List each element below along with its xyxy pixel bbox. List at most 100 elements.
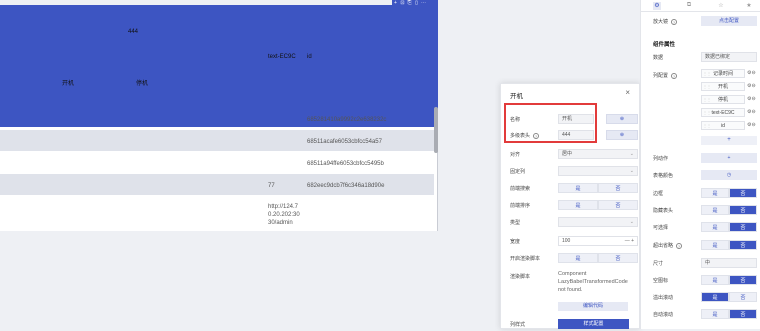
copy-icon[interactable]: ⎘: [406, 0, 413, 6]
render-row: 开启渲染脚本 是否: [510, 253, 638, 265]
scroll-toggle[interactable]: 是否: [701, 292, 757, 302]
help-icon: ?: [671, 72, 678, 79]
drag-handle-icon[interactable]: ⋮⋮: [703, 83, 711, 91]
column-item[interactable]: ⋮⋮ 记录时间: [701, 69, 745, 78]
yes-option[interactable]: 是: [701, 222, 729, 232]
column-item[interactable]: ⋮⋮ 开机: [701, 82, 745, 91]
align-select[interactable]: 居中 ⌄: [558, 149, 638, 159]
header-id[interactable]: id: [307, 54, 312, 60]
type-label: 类型: [510, 220, 521, 226]
select-icon[interactable]: ⊡: [399, 0, 406, 6]
cols-label: 列配置?: [653, 72, 678, 79]
column-item[interactable]: ⋮⋮ id: [701, 121, 745, 130]
selectable-toggle[interactable]: 是否: [701, 222, 757, 232]
hide-header-toggle[interactable]: 是否: [701, 205, 757, 215]
chevron-down-icon: ⌄: [629, 168, 634, 174]
empty-toggle[interactable]: 是否: [701, 275, 757, 285]
edit-code-button[interactable]: 编辑代码: [558, 302, 628, 311]
close-icon[interactable]: ×: [625, 88, 630, 97]
ellipsis-toggle[interactable]: 是否: [701, 240, 757, 250]
zoom-config-button[interactable]: 点击配置: [701, 16, 757, 26]
yes-option[interactable]: 是: [701, 188, 729, 198]
no-option[interactable]: 否: [729, 240, 757, 250]
data-select[interactable]: 数据已绑定: [701, 52, 757, 62]
type-select[interactable]: ⌄: [558, 217, 638, 227]
border-toggle[interactable]: 是否: [701, 188, 757, 198]
section-title: 组件属性: [653, 42, 676, 48]
settings-icon[interactable]: ⚙: [653, 2, 661, 10]
ellipsis-row: 超出省略? 是否: [653, 240, 759, 251]
no-option[interactable]: 否: [729, 275, 757, 285]
no-option[interactable]: 否: [598, 200, 638, 210]
yes-option[interactable]: 是: [558, 183, 598, 193]
no-option[interactable]: 否: [729, 222, 757, 232]
yes-option[interactable]: 是: [701, 292, 729, 302]
scroll-row: 溢出滚动 是否: [653, 292, 759, 303]
yes-option[interactable]: 是: [701, 309, 729, 319]
yes-option[interactable]: 是: [701, 205, 729, 215]
yes-option[interactable]: 是: [558, 253, 598, 263]
star-filled-icon[interactable]: ★: [745, 2, 753, 10]
drag-handle-icon[interactable]: ⋮⋮: [703, 96, 711, 104]
column-actions-icon[interactable]: ⚙⊖: [747, 109, 756, 115]
align-label: 对齐: [510, 152, 521, 158]
table-row[interactable]: 68511acafe6053cbfcc54a57: [0, 130, 434, 152]
yes-option[interactable]: 是: [701, 275, 729, 285]
yes-option[interactable]: 是: [701, 240, 729, 250]
star-icon[interactable]: ☆: [717, 2, 725, 10]
sort-toggle[interactable]: 是否: [558, 200, 638, 210]
table-scrollbar[interactable]: [434, 107, 438, 153]
scroll-label: 溢出滚动: [653, 295, 674, 301]
color-row: 表格颜色 ◷: [653, 170, 759, 181]
column-item[interactable]: ⋮⋮ 停机: [701, 95, 745, 104]
yes-option[interactable]: 是: [558, 200, 598, 210]
empty-row: 空图标 是否: [653, 275, 759, 286]
no-option[interactable]: 否: [598, 183, 638, 193]
delete-icon[interactable]: ▯: [413, 0, 420, 6]
column-actions-icon[interactable]: ⚙⊖: [747, 122, 756, 128]
color-label: 表格颜色: [653, 173, 674, 179]
cell-id: 685281410a9992c2e638232c: [307, 117, 387, 123]
header-text-ec9c[interactable]: text-EC9C: [268, 54, 296, 60]
autoscroll-toggle[interactable]: 是否: [701, 309, 757, 319]
panel-tabs: ⚙ ⧉ ☆ ★: [641, 0, 760, 12]
fixed-select[interactable]: ⌄: [558, 166, 638, 176]
no-option[interactable]: 否: [729, 205, 757, 215]
no-option[interactable]: 否: [729, 188, 757, 198]
drag-handle-icon[interactable]: ⋮⋮: [703, 70, 711, 78]
search-toggle[interactable]: 是否: [558, 183, 638, 193]
translate-icon[interactable]: ⊕: [606, 114, 638, 124]
width-label: 宽度: [510, 239, 521, 245]
column-label: text-EC9C: [711, 110, 735, 116]
translate-icon[interactable]: ⊕: [606, 130, 638, 140]
more-icon[interactable]: ⋯: [420, 0, 427, 6]
table-row[interactable]: http://124.70.20.202:3030/admin: [0, 196, 434, 231]
chevron-down-icon: ⌄: [629, 219, 634, 225]
table-row[interactable]: 685281410a9992c2e638232c: [0, 108, 434, 130]
table-preview[interactable]: 444 开机 停机 text-EC9C id 685281410a9992c2e…: [0, 5, 438, 231]
table-row[interactable]: 68511a94ffe6053cbfcc5495b: [0, 152, 434, 174]
style-config-button[interactable]: 样式配置: [558, 319, 629, 329]
header-tingji[interactable]: 停机: [136, 78, 148, 87]
drag-handle-icon[interactable]: ⋮⋮: [703, 109, 711, 117]
render-toggle[interactable]: 是否: [558, 253, 638, 263]
column-item[interactable]: ⋮⋮ text-EC9C: [701, 108, 745, 117]
add-column-button[interactable]: +: [701, 136, 757, 145]
palette-icon[interactable]: ◷: [701, 170, 757, 180]
drag-handle-icon[interactable]: ⋮⋮: [703, 122, 711, 130]
no-option[interactable]: 否: [729, 309, 757, 319]
add-icon[interactable]: +: [392, 0, 399, 6]
table-row[interactable]: 77 682eec9dcb7f6c346a18d90e: [0, 174, 434, 196]
no-option[interactable]: 否: [598, 253, 638, 263]
layers-icon[interactable]: ⧉: [685, 2, 693, 10]
no-option[interactable]: 否: [729, 292, 757, 302]
column-actions-icon[interactable]: ⚙⊖: [747, 83, 756, 89]
header-kaiji[interactable]: 开机: [62, 78, 74, 87]
column-actions-icon[interactable]: ⚙⊖: [747, 70, 756, 76]
size-select[interactable]: 中: [701, 258, 757, 268]
width-stepper[interactable]: 100— +: [558, 236, 638, 246]
search-label: 前端搜索: [510, 186, 531, 192]
add-action-button[interactable]: +: [701, 153, 757, 163]
cell-id: 682eec9dcb7f6c346a18d90e: [307, 183, 385, 189]
column-actions-icon[interactable]: ⚙⊖: [747, 96, 756, 102]
